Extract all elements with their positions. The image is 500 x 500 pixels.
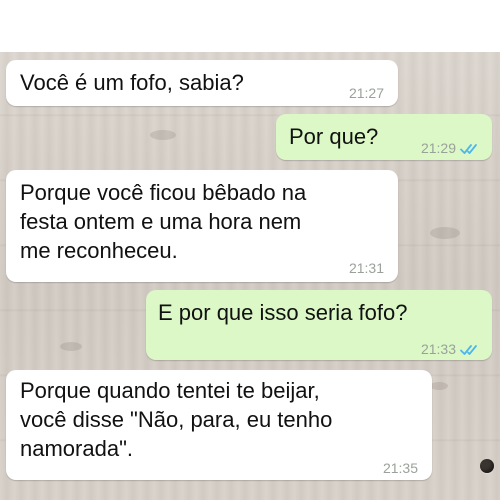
- wood-knot: [430, 382, 448, 390]
- double-check-icon: [460, 344, 477, 355]
- timestamp: 21:29: [420, 140, 456, 156]
- timestamp: 21:31: [348, 260, 384, 276]
- wood-knot: [60, 342, 82, 351]
- message-line: Porque quando tentei te beijar,: [20, 378, 320, 403]
- message-line: festa ontem e uma hora nem: [20, 209, 302, 234]
- message-time: 21:29: [421, 134, 482, 163]
- message-text: Porque quando tentei te beijar, você dis…: [20, 376, 332, 463]
- wood-knot: [150, 130, 176, 140]
- message-text: Porque você ficou bêbado na festa ontem …: [20, 178, 306, 265]
- pushpin-icon: [480, 459, 494, 473]
- message-time: 21:35: [383, 454, 418, 483]
- message-time: 21:33: [421, 335, 482, 364]
- timestamp: 21:27: [348, 85, 384, 101]
- message-bubble-outgoing[interactable]: Por que? 21:29: [276, 114, 492, 160]
- message-bubble-incoming[interactable]: Porque você ficou bêbado na festa ontem …: [6, 170, 398, 282]
- message-line: namorada".: [20, 436, 133, 461]
- message-text: Você é um fofo, sabia?: [20, 70, 244, 95]
- timestamp: 21:35: [382, 460, 418, 476]
- message-text: Por que?: [289, 124, 379, 149]
- message-line: me reconheceu.: [20, 238, 178, 263]
- message-bubble-outgoing[interactable]: E por que isso seria fofo? 21:33: [146, 290, 492, 360]
- top-margin: [0, 0, 500, 52]
- double-check-icon: [460, 143, 477, 154]
- message-time: 21:31: [349, 254, 384, 283]
- message-bubble-incoming[interactable]: Você é um fofo, sabia? 21:27: [6, 60, 398, 106]
- message-line: Porque você ficou bêbado na: [20, 180, 307, 205]
- wood-knot: [430, 227, 460, 239]
- message-time: 21:27: [349, 79, 384, 108]
- message-bubble-incoming[interactable]: Porque quando tentei te beijar, você dis…: [6, 370, 432, 480]
- chat-screenshot: Você é um fofo, sabia? 21:27 Por que? 21…: [0, 0, 500, 500]
- message-line: você disse "Não, para, eu tenho: [20, 407, 333, 432]
- timestamp: 21:33: [420, 341, 456, 357]
- message-text: E por que isso seria fofo?: [158, 300, 408, 325]
